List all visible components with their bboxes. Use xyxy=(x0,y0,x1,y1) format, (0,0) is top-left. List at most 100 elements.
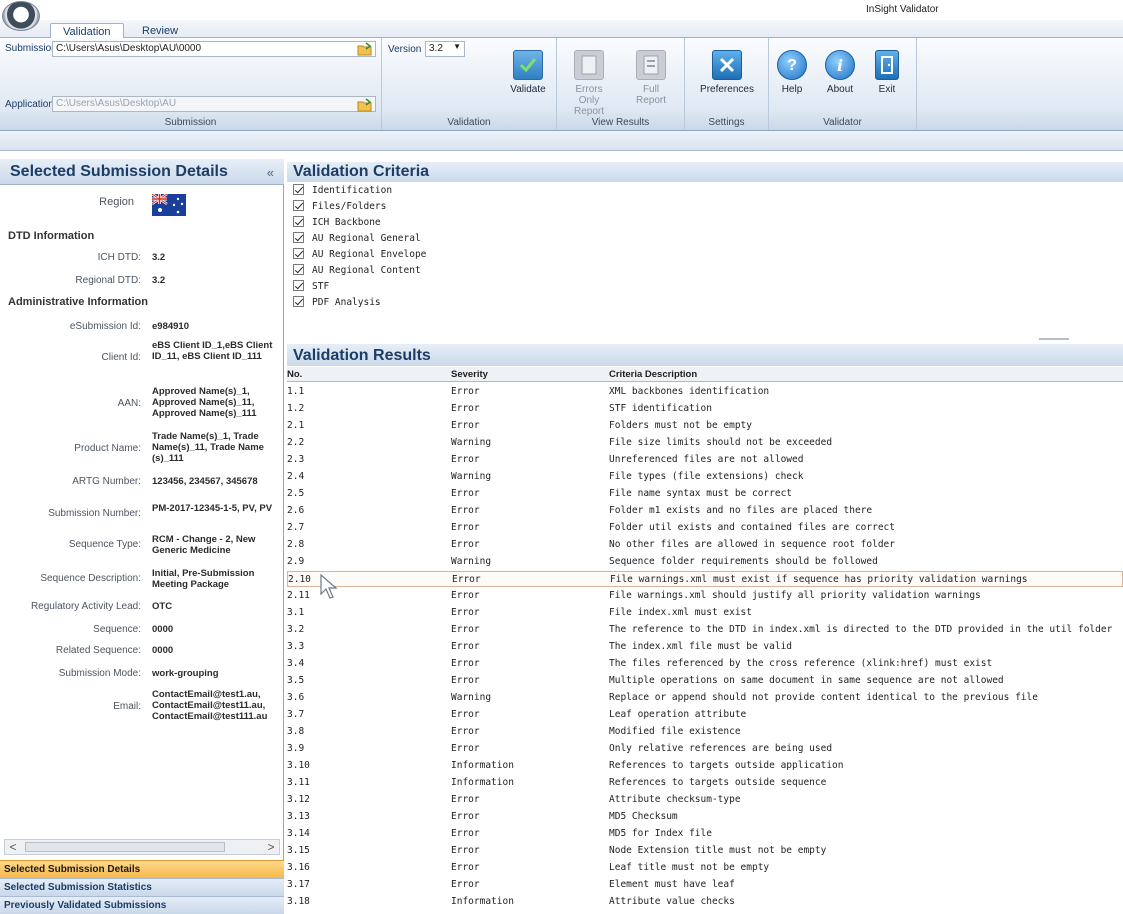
tab-validation[interactable]: Validation xyxy=(50,23,124,39)
exit-button[interactable]: Exit xyxy=(867,50,907,110)
row-number: 3.15 xyxy=(287,845,310,856)
submission-path-input[interactable]: C:\Users\Asus\Desktop\AU\0000 xyxy=(52,41,376,57)
about-button[interactable]: i About xyxy=(819,50,861,110)
table-row[interactable]: 3.7 Error Leaf operation attribute xyxy=(287,707,1123,723)
errors-only-report-button[interactable]: Errors Only Report xyxy=(565,50,613,117)
full-report-button[interactable]: Full Report xyxy=(627,50,675,110)
table-row[interactable]: 3.15 Error Node Extension title must not b… xyxy=(287,843,1123,859)
browse-submission-folder-icon[interactable] xyxy=(357,42,373,56)
criteria-checkbox-pdf-analysis[interactable]: PDF Analysis xyxy=(293,296,381,308)
table-row[interactable]: 1.2 Error STF identification xyxy=(287,401,1123,417)
validate-label: Validate xyxy=(510,84,546,95)
row-description: File name syntax must be correct xyxy=(609,488,793,499)
splitter-grip[interactable] xyxy=(1039,338,1069,340)
criteria-checkbox-files-folders[interactable]: Files/Folders xyxy=(293,200,386,212)
criteria-checkbox-au-regional-general[interactable]: AU Regional General xyxy=(293,232,421,244)
criteria-checkbox-au-regional-envelope[interactable]: AU Regional Envelope xyxy=(293,248,426,260)
row-description: Attribute checksum-type xyxy=(609,794,741,805)
table-row[interactable]: 3.2 Error The reference to the DTD in inde… xyxy=(287,622,1123,638)
row-severity: Information xyxy=(451,777,514,788)
table-row[interactable]: 3.17 Error Element must have leaf xyxy=(287,877,1123,893)
validate-button[interactable]: Validate xyxy=(504,50,552,110)
row-severity: Error xyxy=(451,386,480,397)
about-label: About xyxy=(826,84,854,95)
table-row[interactable]: 2.3 Error Unreferenced files are not allow… xyxy=(287,452,1123,468)
row-number: 3.9 xyxy=(287,743,305,754)
table-row[interactable]: 3.4 Error The files referenced by the cros… xyxy=(287,656,1123,672)
help-icon: ? xyxy=(777,50,807,80)
version-select[interactable]: 3.2 ▼ xyxy=(425,41,465,57)
field-value: 3.2 xyxy=(152,275,166,286)
checkbox-checked-icon[interactable] xyxy=(293,216,304,227)
help-label: Help xyxy=(781,84,803,95)
tools-icon xyxy=(712,50,742,80)
row-severity: Error xyxy=(451,420,480,431)
horizontal-scrollbar[interactable]: < > xyxy=(4,839,280,855)
table-row[interactable]: 2.2 Warning File size limits should not be… xyxy=(287,435,1123,451)
table-row[interactable]: 2.5 Error File name syntax must be correct xyxy=(287,486,1123,502)
criteria-label: PDF Analysis xyxy=(312,297,381,308)
nav-selected-submission-details[interactable]: Selected Submission Details xyxy=(0,860,284,878)
scroll-left-icon[interactable]: < xyxy=(5,840,21,854)
table-row[interactable]: 3.5 Error Multiple operations on same docu… xyxy=(287,673,1123,689)
table-row[interactable]: 3.16 Error Leaf title must not be empty xyxy=(287,860,1123,876)
help-button[interactable]: ? Help xyxy=(773,50,811,110)
checkbox-checked-icon[interactable] xyxy=(293,264,304,275)
tab-review[interactable]: Review xyxy=(130,23,190,39)
table-row[interactable]: 2.1 Error Folders must not be empty xyxy=(287,418,1123,434)
table-row[interactable]: 3.1 Error File index.xml must exist xyxy=(287,605,1123,621)
criteria-checkbox-identification[interactable]: Identification xyxy=(293,184,392,196)
criteria-checkbox-au-regional-content[interactable]: AU Regional Content xyxy=(293,264,421,276)
checkbox-checked-icon[interactable] xyxy=(293,200,304,211)
row-severity: Error xyxy=(451,845,480,856)
checkbox-checked-icon[interactable] xyxy=(293,296,304,307)
table-row[interactable]: 3.11 Information References to targets out… xyxy=(287,775,1123,791)
submission-group: Submission C:\Users\Asus\Desktop\AU\0000… xyxy=(0,38,382,130)
table-row[interactable]: 2.9 Warning Sequence folder requirements s… xyxy=(287,554,1123,570)
scroll-right-icon[interactable]: > xyxy=(263,840,279,854)
checkbox-checked-icon[interactable] xyxy=(293,248,304,259)
results-title: Validation Results xyxy=(287,344,1123,366)
criteria-checkbox-ich-backbone[interactable]: ICH Backbone xyxy=(293,216,381,228)
checkbox-checked-icon[interactable] xyxy=(293,184,304,195)
row-number: 2.5 xyxy=(287,488,305,499)
row-number: 3.3 xyxy=(287,641,305,652)
application-path-input[interactable]: C:\Users\Asus\Desktop\AU xyxy=(52,96,376,112)
column-header-no[interactable]: No. xyxy=(287,369,302,380)
table-row[interactable]: 2.11 Error File warnings.xml should justif… xyxy=(287,588,1123,604)
preferences-label: Preferences xyxy=(700,84,754,95)
app-menu-orb-icon[interactable] xyxy=(2,1,40,31)
field-key: AAN: xyxy=(117,398,141,409)
table-row[interactable]: 3.3 Error The index.xml file must be valid xyxy=(287,639,1123,655)
table-row[interactable]: 3.9 Error Only relative references are bei… xyxy=(287,741,1123,757)
field-key: Product Name: xyxy=(74,443,141,454)
criteria-checkbox-stf[interactable]: STF xyxy=(293,280,329,292)
checkbox-checked-icon[interactable] xyxy=(293,280,304,291)
australia-flag-icon xyxy=(151,192,186,216)
column-header-description[interactable]: Criteria Description xyxy=(609,369,697,380)
column-header-severity[interactable]: Severity xyxy=(451,369,488,380)
checkbox-checked-icon[interactable] xyxy=(293,232,304,243)
table-row[interactable]: 3.14 Error MD5 for Index file xyxy=(287,826,1123,842)
scrollbar-thumb[interactable] xyxy=(25,842,225,852)
table-row[interactable]: 3.10 Information References to targets out… xyxy=(287,758,1123,774)
table-row[interactable]: 3.12 Error Attribute checksum-type xyxy=(287,792,1123,808)
table-row[interactable]: 3.18 Information Attribute value checks xyxy=(287,894,1123,910)
table-row[interactable]: 2.8 Error No other files are allowed in se… xyxy=(287,537,1123,553)
row-description: Sequence folder requirements should be f… xyxy=(609,556,878,567)
nav-previously-validated-submissions[interactable]: Previously Validated Submissions xyxy=(0,896,284,914)
table-row[interactable]: 2.4 Warning File types (file extensions) c… xyxy=(287,469,1123,485)
criteria-label: AU Regional Content xyxy=(312,265,421,276)
collapse-panel-icon[interactable]: « xyxy=(267,165,274,180)
table-row[interactable]: 3.8 Error Modified file existence xyxy=(287,724,1123,740)
preferences-button[interactable]: Preferences xyxy=(697,50,757,110)
row-number: 3.7 xyxy=(287,709,305,720)
table-row[interactable]: 2.6 Error Folder m1 exists and no files ar… xyxy=(287,503,1123,519)
table-row[interactable]: 3.13 Error MD5 Checksum xyxy=(287,809,1123,825)
table-row[interactable]: 1.1 Error XML backbones identification xyxy=(287,384,1123,400)
browse-application-folder-icon[interactable] xyxy=(357,98,373,112)
table-row[interactable]: 2.10 Error File warnings.xml must exist if… xyxy=(287,571,1123,587)
nav-selected-submission-statistics[interactable]: Selected Submission Statistics xyxy=(0,878,284,896)
table-row[interactable]: 3.6 Warning Replace or append should not p… xyxy=(287,690,1123,706)
table-row[interactable]: 2.7 Error Folder util exists and contained… xyxy=(287,520,1123,536)
